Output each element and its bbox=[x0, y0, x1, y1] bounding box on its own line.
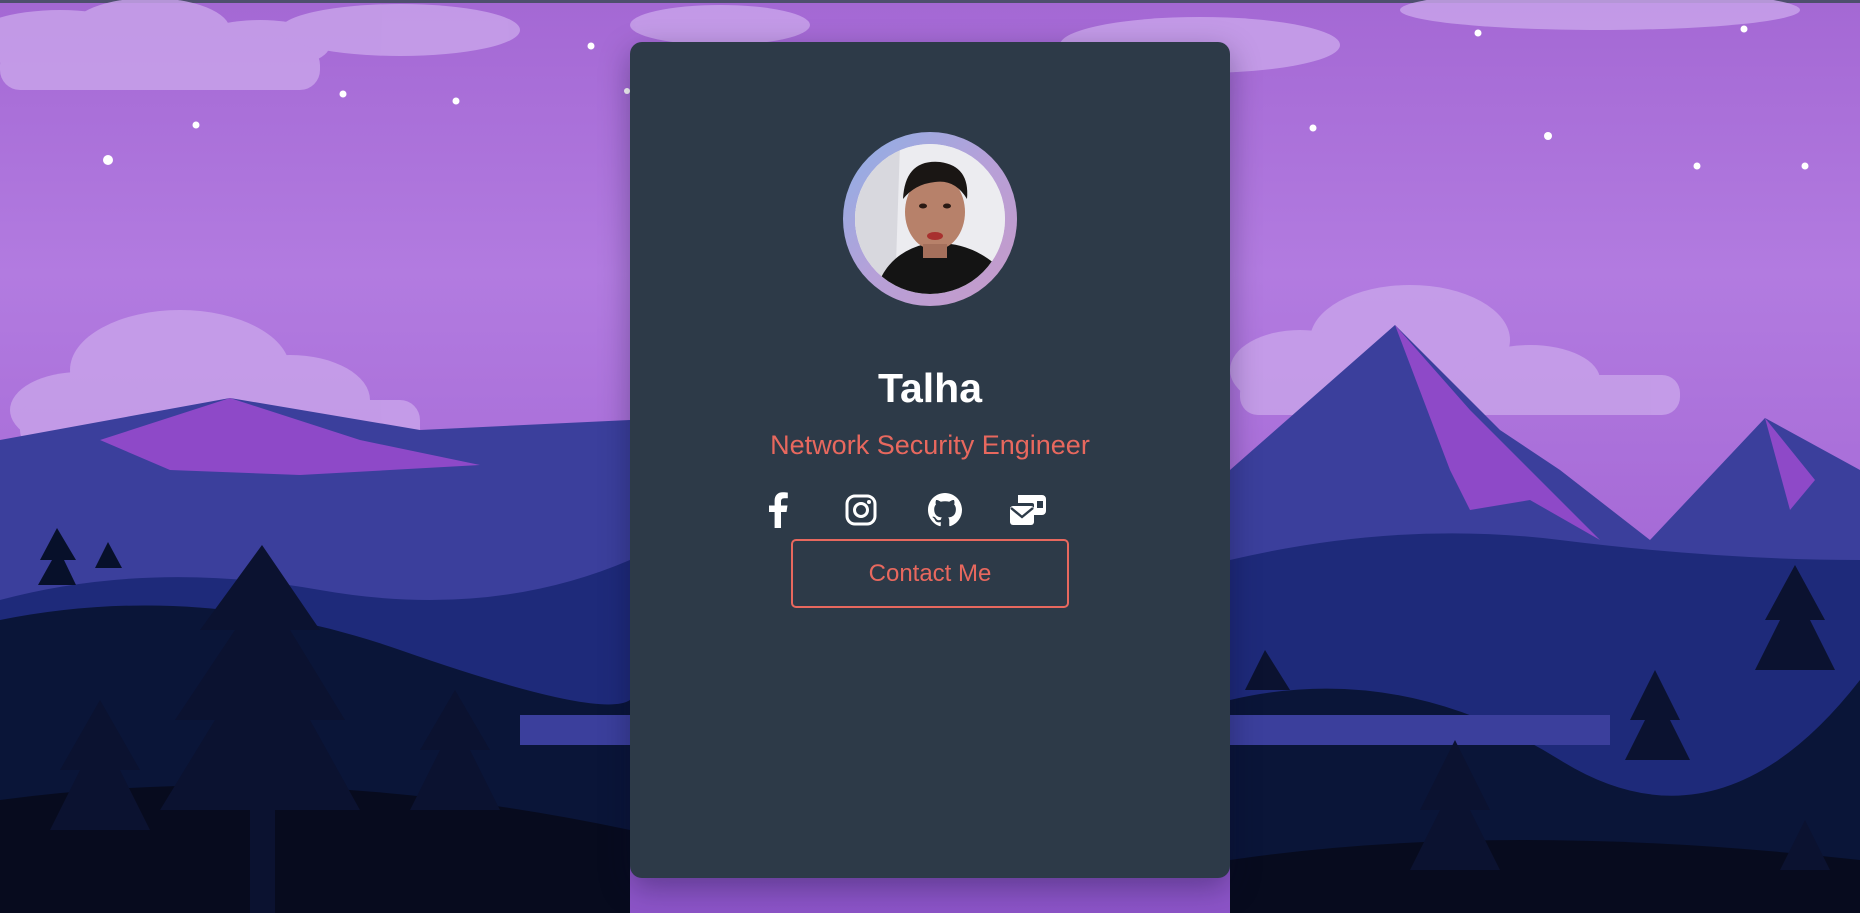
instagram-link[interactable] bbox=[839, 488, 883, 532]
avatar-ring bbox=[843, 132, 1017, 306]
contact-me-button[interactable]: Contact Me bbox=[791, 539, 1069, 608]
email-icon bbox=[1010, 495, 1046, 525]
avatar-photo bbox=[855, 144, 1005, 294]
page-background: Talha Network Security Engineer Contact … bbox=[0, 0, 1860, 913]
facebook-icon bbox=[769, 492, 788, 528]
profile-name: Talha bbox=[877, 365, 983, 411]
email-link[interactable] bbox=[1006, 488, 1050, 532]
instagram-icon bbox=[845, 494, 877, 526]
profile-title: Network Security Engineer bbox=[770, 430, 1090, 460]
profile-card: Talha Network Security Engineer Contact … bbox=[630, 42, 1230, 878]
github-link[interactable] bbox=[923, 488, 967, 532]
github-icon bbox=[928, 493, 962, 527]
facebook-link[interactable] bbox=[756, 488, 800, 532]
social-links bbox=[630, 488, 1230, 532]
avatar bbox=[855, 144, 1005, 294]
